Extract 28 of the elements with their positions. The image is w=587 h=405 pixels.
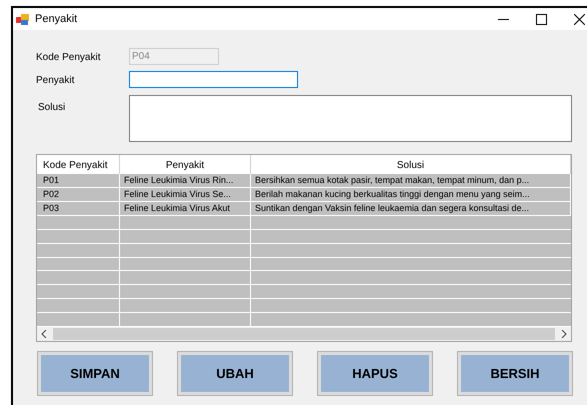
table-cell: Feline Leukimia Virus Akut xyxy=(120,202,251,215)
scroll-right-icon[interactable] xyxy=(561,330,567,338)
column-header[interactable]: Solusi xyxy=(251,155,571,174)
table-cell: Suntikan dengan Vaksin feline leukaemia dan segera konsultasi de... xyxy=(251,202,571,215)
table-cell: Feline Leukimia Virus Se... xyxy=(120,188,251,201)
column-header[interactable]: Kode Penyakit xyxy=(37,155,120,174)
input-field[interactable] xyxy=(129,71,298,88)
maximize-icon[interactable] xyxy=(536,14,547,24)
action-button[interactable]: SIMPAN xyxy=(38,352,152,395)
close-icon[interactable] xyxy=(574,14,585,24)
column-header[interactable]: Penyakit xyxy=(120,155,251,174)
horizontal-scrollbar[interactable] xyxy=(37,327,571,341)
scroll-left-icon[interactable] xyxy=(41,330,47,338)
app-icon xyxy=(16,14,29,24)
field-label: Kode Penyakit xyxy=(36,51,102,65)
table-cell: P02 xyxy=(37,188,120,201)
table-cell: P03 xyxy=(37,202,120,215)
window-title: Penyakit xyxy=(35,12,78,27)
table-cell: Bersihkan semua kotak pasir, tempat makan, tempat minum, dan p... xyxy=(251,174,571,187)
action-button[interactable]: HAPUS xyxy=(318,352,432,395)
solution-field[interactable] xyxy=(129,95,572,142)
field-label: Solusi xyxy=(37,101,66,115)
table-cell: Feline Leukimia Virus Rin... xyxy=(120,174,251,187)
field-label: Penyakit xyxy=(36,74,76,88)
action-button[interactable]: UBAH xyxy=(178,352,292,395)
table-cell: P01 xyxy=(37,174,120,187)
action-button[interactable]: BERSIH xyxy=(458,352,572,395)
table-cell: Berilah makanan kucing berkualitas tinggi dengan menu yang seim... xyxy=(251,188,571,201)
